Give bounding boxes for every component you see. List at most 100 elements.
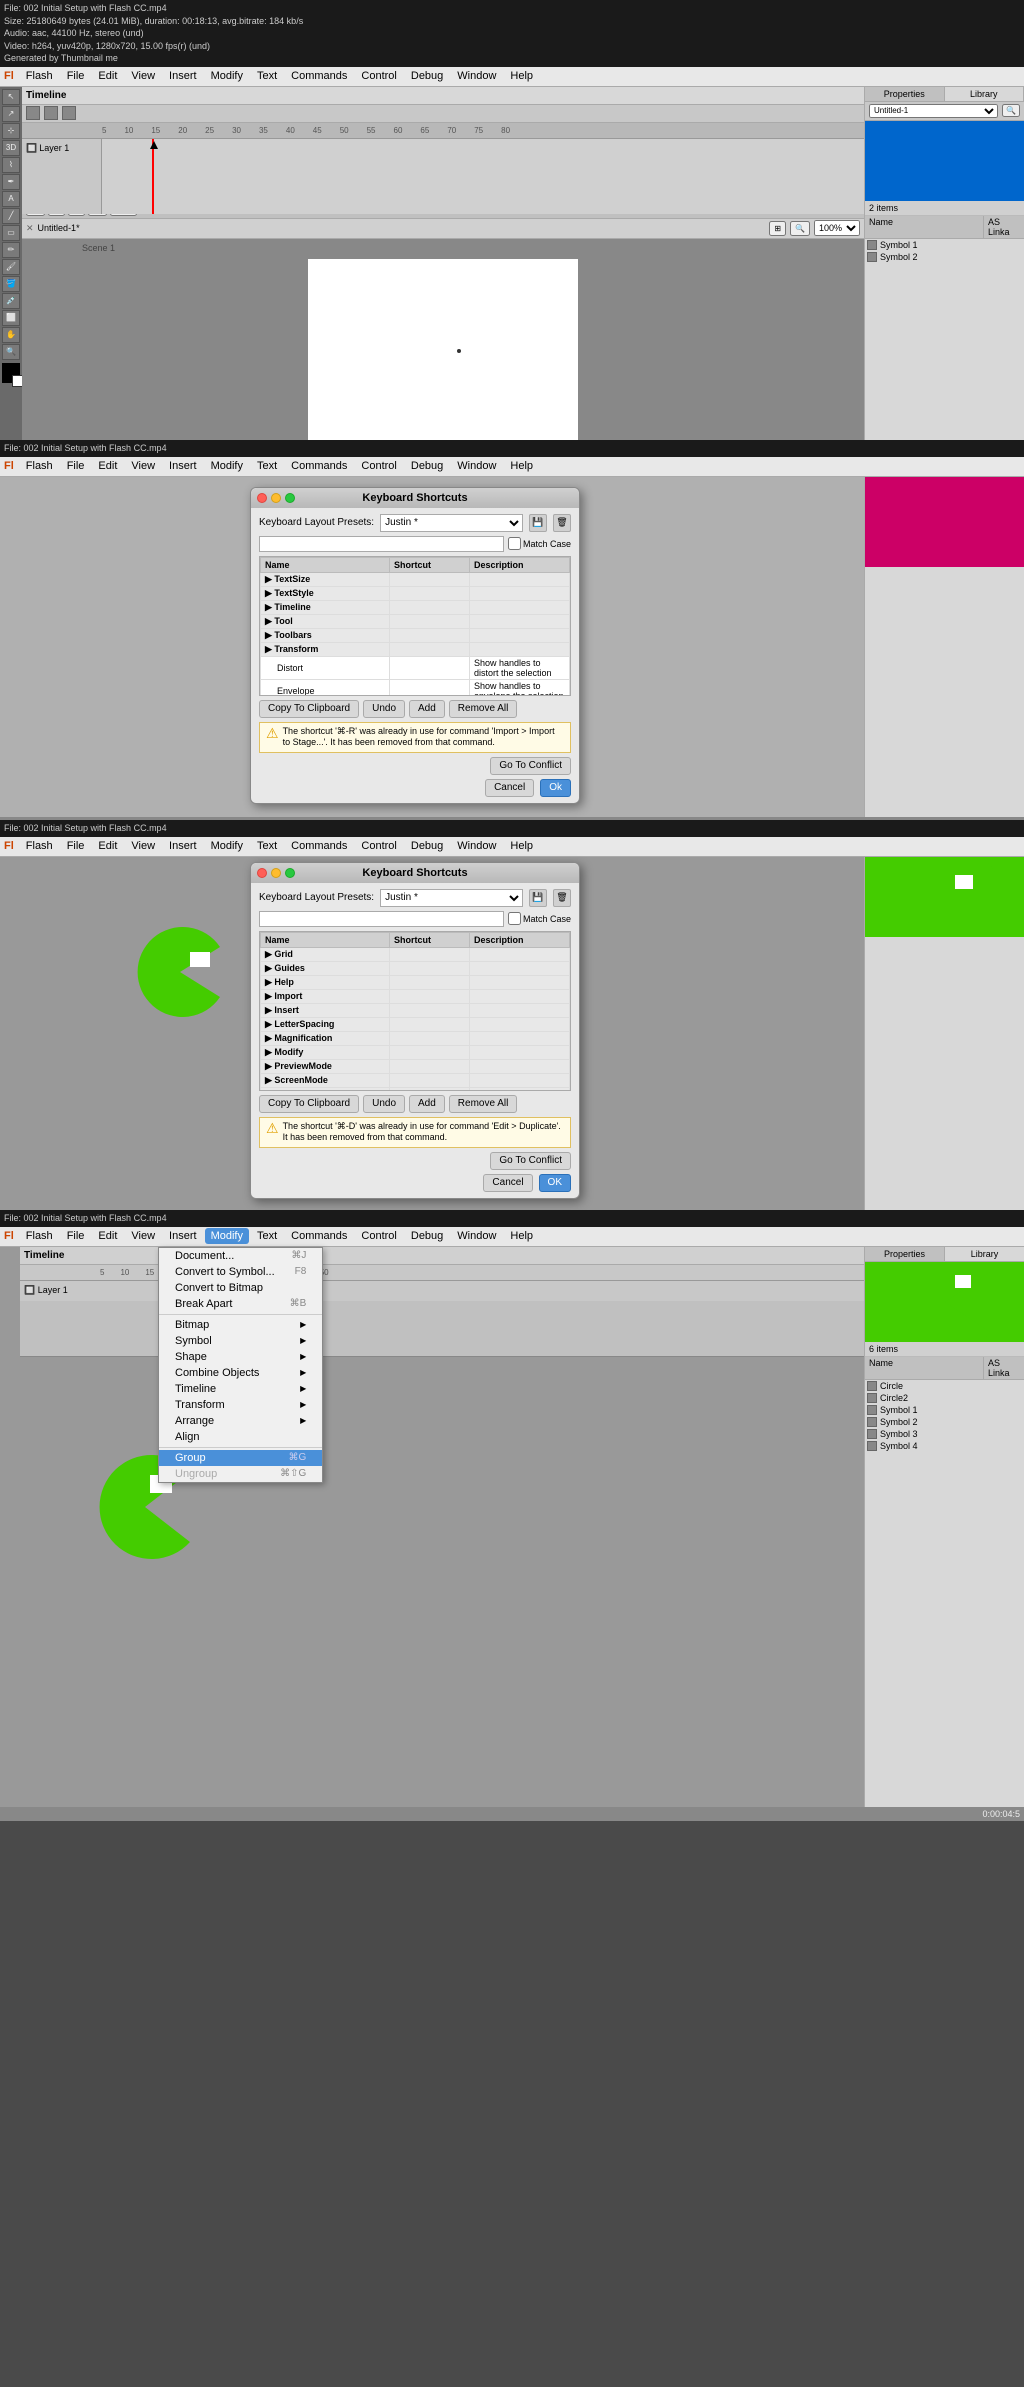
menu-text-4[interactable]: Text (251, 1228, 283, 1244)
lib-item-sym2-4[interactable]: Symbol 2 (865, 1416, 1024, 1428)
menu-view-4[interactable]: View (125, 1228, 161, 1244)
col-desc-2[interactable]: Description (470, 932, 570, 947)
col-desc-1[interactable]: Description (470, 557, 570, 572)
search-input-1[interactable] (259, 536, 504, 552)
menu-help-2[interactable]: Help (504, 458, 539, 474)
group-transform[interactable]: Transform (261, 642, 570, 656)
tool-line[interactable]: ╱ (2, 208, 20, 224)
tool-eraser[interactable]: ⬜ (2, 310, 20, 326)
timeline-lock-icon[interactable] (26, 106, 40, 120)
copy-clipboard-btn-1[interactable]: Copy To Clipboard (259, 700, 359, 718)
menu-item-group[interactable]: Group ⌘G (159, 1450, 322, 1466)
menu-view-1[interactable]: View (125, 68, 161, 84)
menu-debug-3[interactable]: Debug (405, 838, 449, 854)
tl-red-1[interactable] (257, 493, 267, 503)
menu-item-bitmap[interactable]: Bitmap (159, 1317, 322, 1333)
menu-item-transform[interactable]: Transform (159, 1397, 322, 1413)
tool-hand[interactable]: ✋ (2, 327, 20, 343)
match-case-check-1[interactable] (508, 537, 521, 550)
menu-item-align[interactable]: Align (159, 1429, 322, 1445)
menu-insert-1[interactable]: Insert (163, 68, 203, 84)
group-guides[interactable]: Guides (261, 961, 570, 975)
add-btn-2[interactable]: Add (409, 1095, 445, 1113)
menu-insert-2[interactable]: Insert (163, 458, 203, 474)
menu-file-1[interactable]: File (61, 68, 91, 84)
layer-1-row[interactable]: 🔲 Layer 1 (24, 141, 99, 156)
menu-view-2[interactable]: View (125, 458, 161, 474)
menu-insert-4[interactable]: Insert (163, 1228, 203, 1244)
canvas-zoom-select[interactable]: 100% (814, 220, 860, 236)
group-toolbars[interactable]: Toolbars (261, 628, 570, 642)
goto-conflict-btn-2[interactable]: Go To Conflict (490, 1152, 571, 1170)
col-shortcut-2[interactable]: Shortcut (390, 932, 470, 947)
canvas-fit-btn[interactable]: ⊞ (769, 221, 786, 236)
menu-text-1[interactable]: Text (251, 68, 283, 84)
preset-delete-btn-2[interactable]: 🗑 (553, 889, 571, 907)
menu-debug-4[interactable]: Debug (405, 1228, 449, 1244)
menu-window-4[interactable]: Window (451, 1228, 502, 1244)
tool-rect[interactable]: ▭ (2, 225, 20, 241)
library-item-symbol1[interactable]: Symbol 1 (865, 239, 1024, 251)
menu-help-4[interactable]: Help (504, 1228, 539, 1244)
tool-pencil[interactable]: ✏ (2, 242, 20, 258)
col-shortcut-1[interactable]: Shortcut (390, 557, 470, 572)
canvas-close-icon[interactable]: ✕ (26, 223, 34, 234)
menu-edit-3[interactable]: Edit (92, 838, 123, 854)
menu-window-2[interactable]: Window (451, 458, 502, 474)
menu-file-3[interactable]: File (61, 838, 91, 854)
menu-edit-2[interactable]: Edit (92, 458, 123, 474)
menu-window-1[interactable]: Window (451, 68, 502, 84)
lib-item-circle2[interactable]: Circle2 (865, 1392, 1024, 1404)
menu-modify-2[interactable]: Modify (205, 458, 249, 474)
menu-item-ungroup[interactable]: Ungroup ⌘⇧G (159, 1466, 322, 1482)
lib-item-sym1-4[interactable]: Symbol 1 (865, 1404, 1024, 1416)
menu-item-convert-symbol[interactable]: Convert to Symbol... F8 (159, 1264, 322, 1280)
ok-btn-2[interactable]: OK (539, 1174, 571, 1192)
menu-commands-3[interactable]: Commands (285, 838, 353, 854)
library-select-1[interactable]: Untitled-1 (869, 104, 998, 118)
preset-save-btn-2[interactable]: 💾 (529, 889, 547, 907)
tl-yellow-1[interactable] (271, 493, 281, 503)
tab-properties-1[interactable]: Properties (865, 87, 945, 101)
col-name-2[interactable]: Name (261, 932, 390, 947)
group-help[interactable]: Help (261, 975, 570, 989)
menu-item-shape[interactable]: Shape (159, 1349, 322, 1365)
lib-item-sym4-4[interactable]: Symbol 4 (865, 1440, 1024, 1452)
add-btn-1[interactable]: Add (409, 700, 445, 718)
lib-col-type-4[interactable]: AS Linka (984, 1357, 1024, 1379)
undo-btn-1[interactable]: Undo (363, 700, 405, 718)
tool-arrow[interactable]: ↖ (2, 89, 20, 105)
match-case-check-2[interactable] (508, 912, 521, 925)
menu-item-combine-objects[interactable]: Combine Objects (159, 1365, 322, 1381)
timeline-wireframe-icon[interactable] (62, 106, 76, 120)
menu-commands-1[interactable]: Commands (285, 68, 353, 84)
lib-col-name-1[interactable]: Name (865, 216, 984, 238)
item-distort[interactable]: DistortShow handles to distort the selec… (261, 656, 570, 679)
tool-pen[interactable]: ✒ (2, 174, 20, 190)
remove-all-btn-2[interactable]: Remove All (449, 1095, 518, 1113)
menu-flash-4[interactable]: Flash (20, 1228, 59, 1244)
menu-flash-2[interactable]: Flash (20, 458, 59, 474)
group-textstyle[interactable]: TextStyle (261, 586, 570, 600)
tl-red-2[interactable] (257, 868, 267, 878)
menu-help-1[interactable]: Help (504, 68, 539, 84)
menu-debug-1[interactable]: Debug (405, 68, 449, 84)
col-name-1[interactable]: Name (261, 557, 390, 572)
presets-select-1[interactable]: Justin * (380, 514, 523, 532)
tl-green-2[interactable] (285, 868, 295, 878)
lib-item-circle[interactable]: Circle (865, 1380, 1024, 1392)
menu-view-3[interactable]: View (125, 838, 161, 854)
tool-zoom[interactable]: 🔍 (2, 344, 20, 360)
canvas-zoom-btn[interactable]: 🔍 (790, 221, 810, 236)
tool-3d[interactable]: 3D (2, 140, 20, 156)
menu-control-2[interactable]: Control (355, 458, 402, 474)
menu-edit-1[interactable]: Edit (92, 68, 123, 84)
menu-flash-1[interactable]: Flash (20, 68, 59, 84)
group-grid[interactable]: Grid (261, 947, 570, 961)
menu-modify-1[interactable]: Modify (205, 68, 249, 84)
cancel-btn-1[interactable]: Cancel (485, 779, 534, 797)
menu-commands-2[interactable]: Commands (285, 458, 353, 474)
tab-props-4[interactable]: Properties (865, 1247, 945, 1261)
lib-item-sym3-4[interactable]: Symbol 3 (865, 1428, 1024, 1440)
menu-flash-3[interactable]: Flash (20, 838, 59, 854)
